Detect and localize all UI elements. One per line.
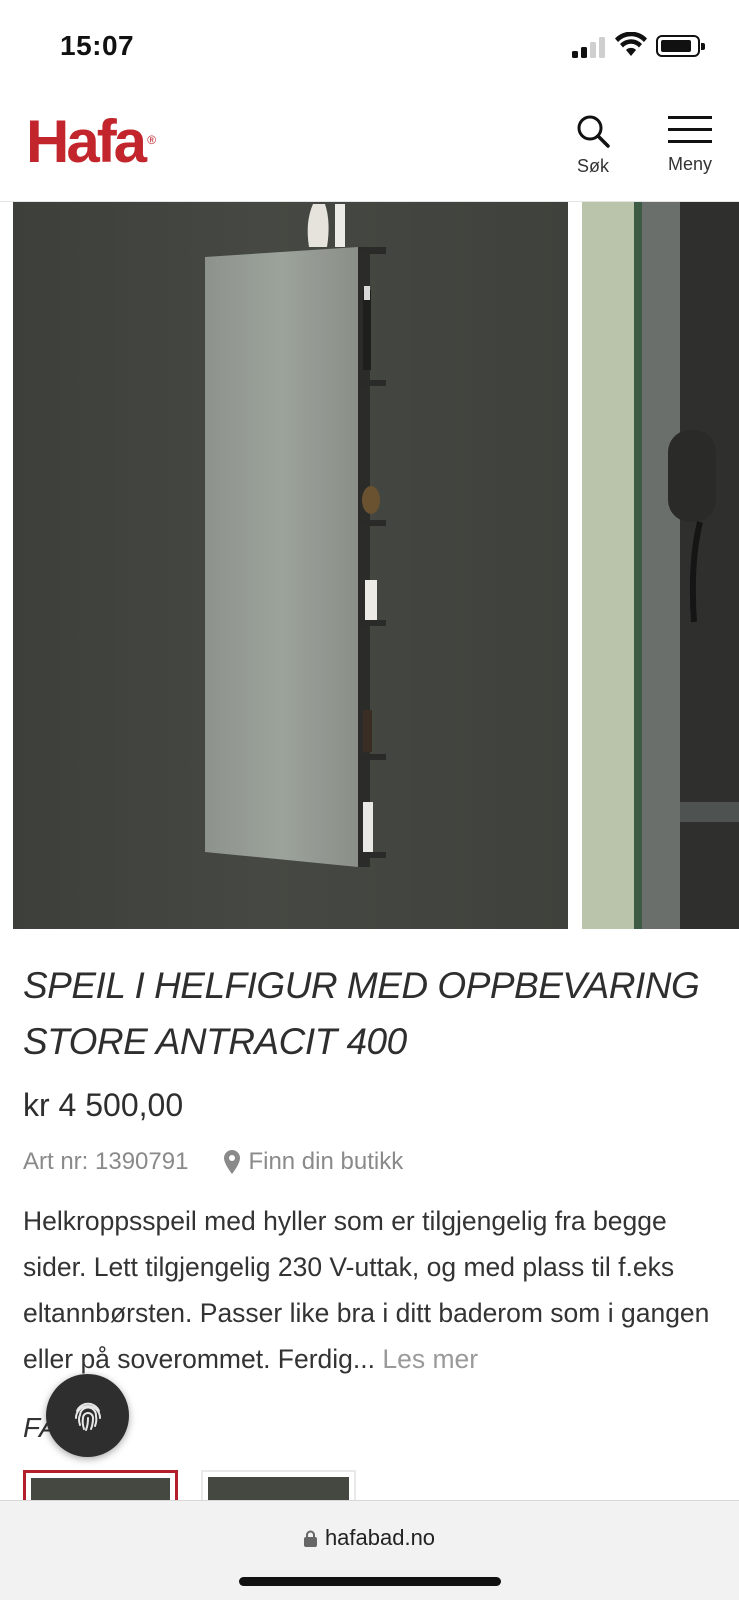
menu-label: Meny (667, 154, 712, 174)
search-button[interactable]: Søk (565, 113, 621, 177)
product-title-line2: STORE ANTRACIT 400 (23, 1021, 407, 1062)
cellular-signal-icon (572, 36, 606, 58)
find-store-label: Finn din butikk (248, 1148, 404, 1175)
product-price: kr 4 500,00 (23, 1087, 184, 1123)
site-header: Hafa ® Søk Meny (0, 95, 739, 202)
product-description: Helkroppsspeil med hyller som er tilgjen… (23, 1198, 723, 1382)
hamburger-menu-icon (668, 116, 712, 143)
registered-mark: ® (147, 133, 157, 147)
fingerprint-icon (74, 1402, 101, 1431)
hafa-logo[interactable]: Hafa ® (26, 112, 156, 172)
browser-address-bar[interactable]: hafabad.no (0, 1500, 739, 1600)
find-store-link[interactable]: Finn din butikk (224, 1148, 403, 1176)
search-label: Søk (576, 156, 609, 176)
product-title: SPEIL I HELFIGUR MED OPPBEVARING STORE A… (23, 958, 723, 1070)
description-text: Helkroppsspeil med hyller som er tilgjen… (23, 1206, 710, 1374)
url-text: hafabad.no (324, 1525, 436, 1550)
read-more-link[interactable]: Les mer (382, 1344, 478, 1374)
search-icon (577, 115, 610, 148)
location-pin-icon (224, 1150, 241, 1174)
product-title-line1: SPEIL I HELFIGUR MED OPPBEVARING (23, 965, 700, 1006)
status-time: 15:07 (60, 30, 135, 61)
logo-text: Hafa (26, 108, 147, 175)
mirror-cabinet-illustration (205, 204, 386, 867)
home-indicator[interactable] (239, 1577, 501, 1586)
product-image-gallery[interactable] (0, 202, 739, 929)
product-image-secondary[interactable] (582, 202, 739, 929)
url-display[interactable]: hafabad.no (0, 1525, 739, 1551)
fingerprint-button[interactable] (46, 1374, 129, 1457)
product-image-main[interactable] (13, 202, 568, 929)
lock-icon (303, 1530, 317, 1547)
mirror-detail-illustration (582, 202, 739, 929)
article-number: Art nr: 1390791 (23, 1148, 189, 1175)
status-bar: 15:07 (0, 0, 739, 95)
battery-icon (656, 35, 705, 57)
product-meta: Art nr: 1390791 Finn din butikk (23, 1148, 403, 1176)
wifi-icon (615, 32, 647, 56)
menu-button[interactable]: Meny (664, 113, 716, 175)
